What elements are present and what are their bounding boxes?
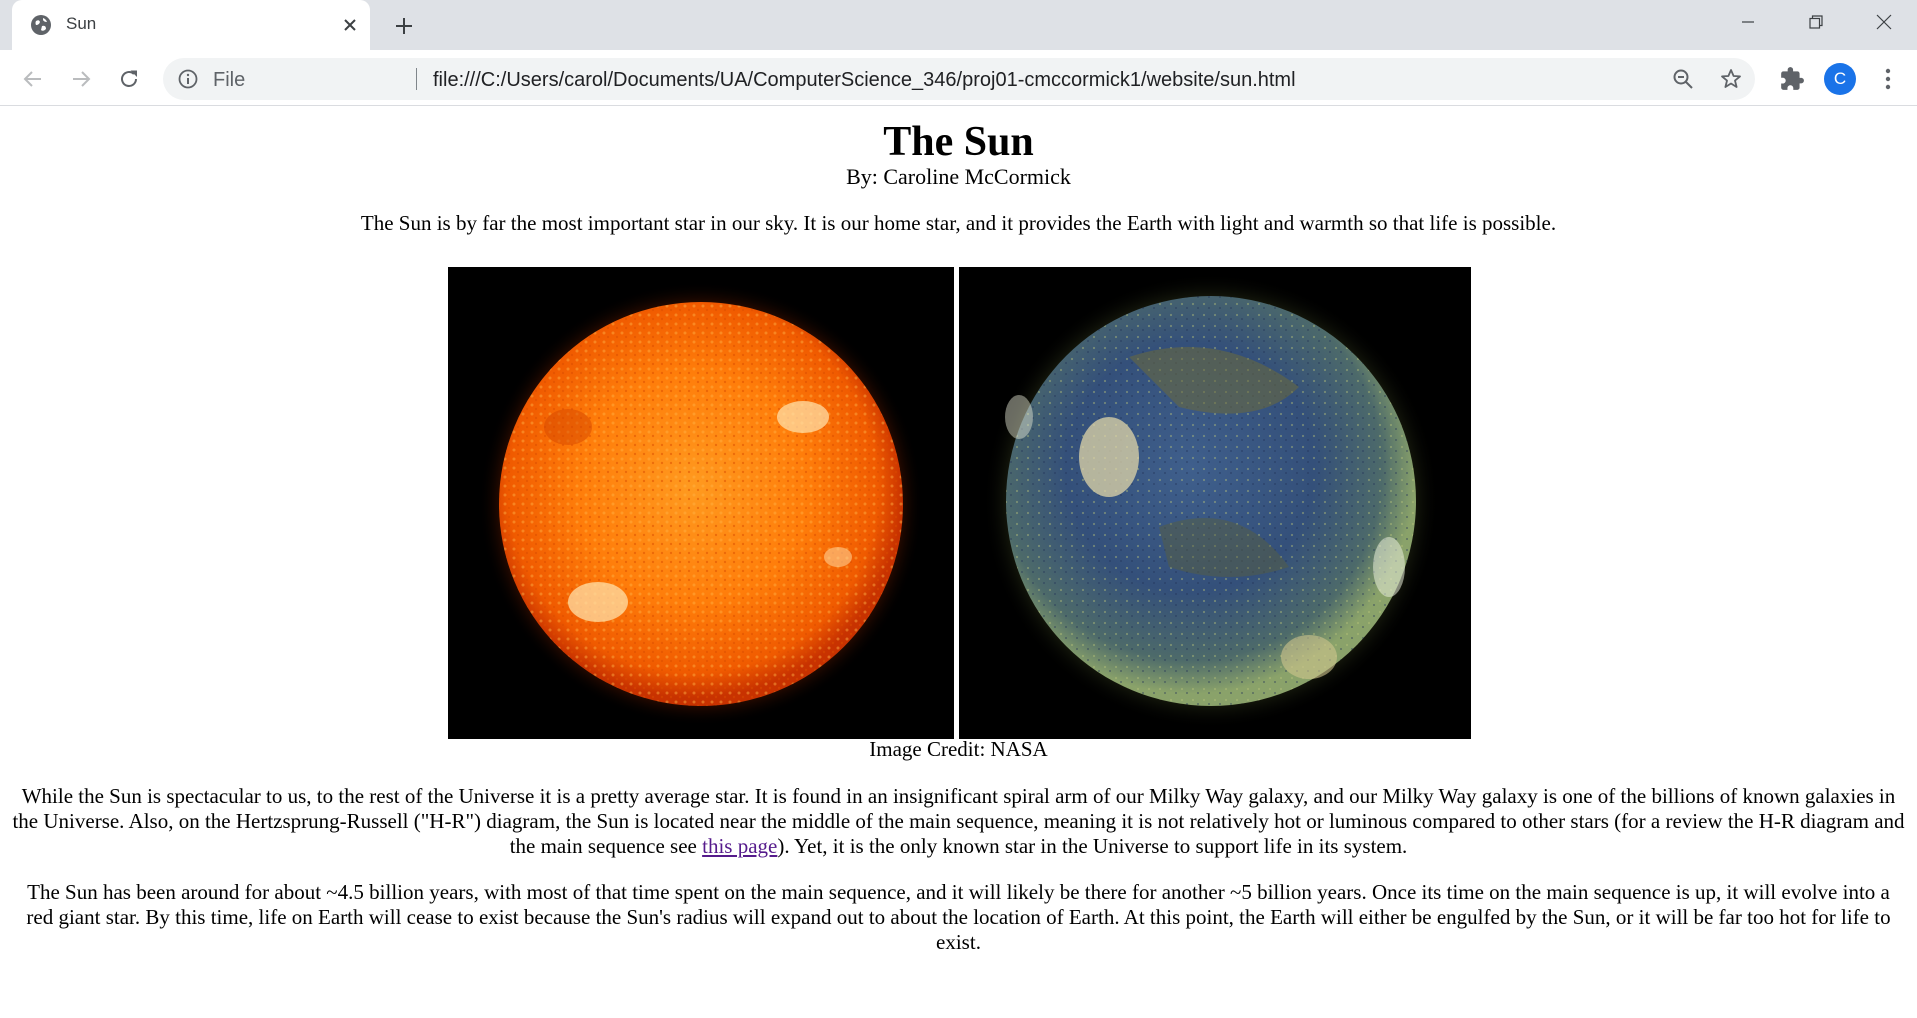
- back-arrow-icon[interactable]: [18, 64, 48, 94]
- profile-avatar[interactable]: C: [1824, 63, 1856, 95]
- paragraph-text: ). Yet, it is the only known star in the…: [777, 834, 1408, 858]
- restore-icon[interactable]: [1782, 0, 1850, 44]
- sun-orange-image: [448, 267, 954, 739]
- browser-tab[interactable]: Sun: [12, 0, 370, 50]
- page-content: The Sun By: Caroline McCormick The Sun i…: [0, 106, 1917, 1018]
- close-icon[interactable]: [338, 13, 362, 37]
- globe-icon: [30, 14, 52, 36]
- zoom-out-icon[interactable]: [1671, 67, 1695, 91]
- forward-arrow-icon[interactable]: [66, 64, 96, 94]
- author-byline: By: Caroline McCormick: [846, 164, 1071, 189]
- address-bar[interactable]: File file:///C:/Users/carol/Documents/UA…: [163, 58, 1755, 100]
- scheme-label: File: [213, 69, 246, 91]
- info-icon[interactable]: [177, 68, 199, 90]
- sun-blue-image: [959, 267, 1471, 739]
- address-separator: [416, 68, 417, 90]
- page-title: The Sun: [883, 119, 1034, 165]
- browser-toolbar: File file:///C:/Users/carol/Documents/UA…: [0, 50, 1917, 106]
- paragraph-lifecycle: The Sun has been around for about ~4.5 b…: [26, 880, 1891, 954]
- minimize-icon[interactable]: [1714, 0, 1782, 44]
- extensions-icon[interactable]: [1779, 66, 1805, 92]
- reload-icon[interactable]: [114, 64, 144, 94]
- window-close-icon[interactable]: [1850, 0, 1917, 44]
- star-icon[interactable]: [1719, 67, 1743, 91]
- intro-paragraph: The Sun is by far the most important sta…: [360, 211, 1557, 235]
- plus-icon[interactable]: [390, 12, 418, 40]
- tab-title: Sun: [66, 14, 97, 33]
- this-page-link[interactable]: this page: [702, 834, 777, 858]
- url-text[interactable]: file:///C:/Users/carol/Documents/UA/Comp…: [433, 69, 1296, 92]
- sun-images: [448, 261, 1472, 741]
- more-vert-icon[interactable]: [1873, 64, 1903, 94]
- paragraph-milky-way: While the Sun is spectacular to us, to t…: [12, 784, 1905, 859]
- tab-strip: Sun: [0, 0, 1917, 50]
- image-credit: Image Credit: NASA: [869, 737, 1048, 761]
